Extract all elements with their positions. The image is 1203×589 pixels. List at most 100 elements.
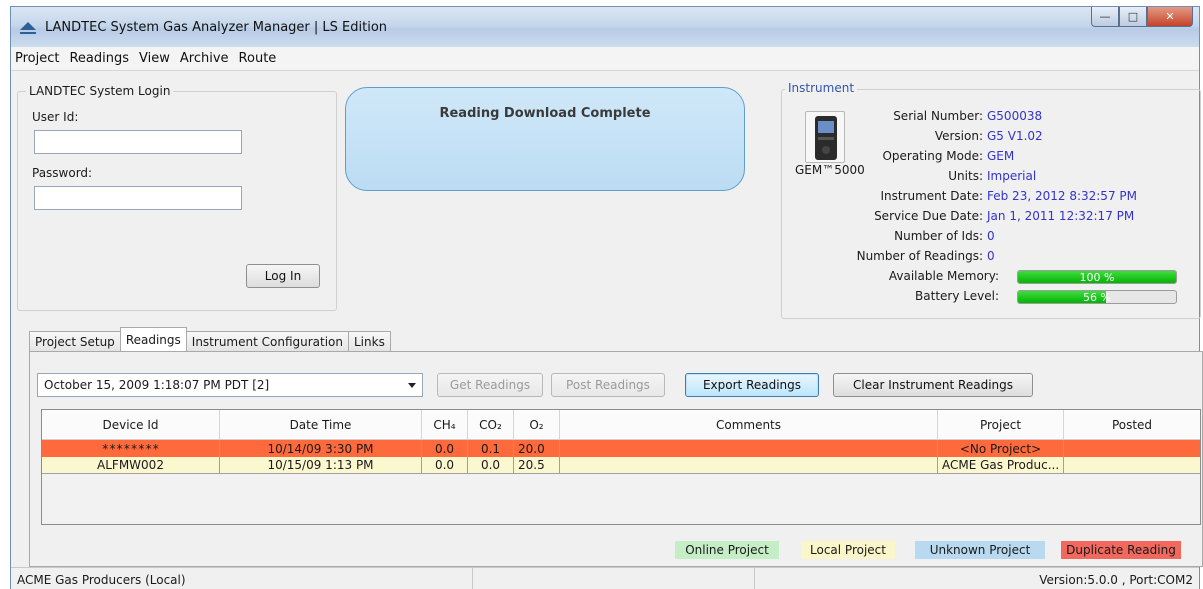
- units-value: Imperial: [987, 169, 1037, 183]
- menu-project[interactable]: Project: [15, 51, 59, 66]
- battery-bar-text: 56 %: [1083, 291, 1111, 304]
- version-label: Version:: [934, 129, 983, 143]
- info-row-mode: Operating Mode: GEM: [787, 149, 1117, 165]
- info-row-version: Version: G5 V1.02: [787, 129, 1117, 145]
- close-button[interactable]: ✕: [1147, 7, 1193, 27]
- cell-posted: [1064, 457, 1200, 473]
- cell-project: ACME Gas Produc...: [938, 457, 1064, 473]
- cell-ch4: 0.0: [422, 457, 468, 473]
- maximize-icon: □: [1127, 10, 1139, 23]
- reading-session-select[interactable]: October 15, 2009 1:18:07 PM PDT [2]: [37, 373, 423, 397]
- units-label: Units:: [948, 169, 983, 183]
- serial-number-label: Serial Number:: [893, 109, 983, 123]
- cell-comments: [560, 440, 938, 457]
- minimize-button[interactable]: —: [1091, 7, 1119, 27]
- password-label: Password:: [32, 166, 93, 180]
- column-header-comments[interactable]: Comments: [560, 410, 938, 439]
- battery-bar: 56 %: [1017, 290, 1177, 304]
- info-row-instrument-date: Instrument Date: Feb 23, 2012 8:32:57 PM: [787, 189, 1201, 205]
- service-due-date-label: Service Due Date:: [874, 209, 983, 223]
- menu-readings[interactable]: Readings: [69, 51, 129, 66]
- app-window: LANDTEC System Gas Analyzer Manager | LS…: [10, 6, 1203, 589]
- tab-links[interactable]: Links: [348, 331, 391, 351]
- number-of-ids-label: Number of Ids:: [894, 229, 983, 243]
- cell-co2: 0.0: [468, 457, 514, 473]
- legend-online-project: Online Project: [675, 541, 779, 559]
- tab-project-setup[interactable]: Project Setup: [29, 331, 121, 351]
- status-bar: ACME Gas Producers (Local) Version:5.0.0…: [11, 567, 1199, 589]
- statusbar-version: Version:5.0.0 , Port:COM2: [1039, 572, 1193, 587]
- status-panel: Reading Download Complete: [345, 87, 745, 191]
- cell-project: <No Project>: [938, 440, 1064, 457]
- app-logo-icon: [20, 22, 36, 34]
- column-header-device-id[interactable]: Device Id: [42, 410, 220, 439]
- legend-duplicate-reading: Duplicate Reading: [1061, 541, 1181, 559]
- login-group-label: LANDTEC System Login: [26, 84, 174, 98]
- tab-strip: Project Setup Readings Instrument Config…: [29, 327, 391, 351]
- close-icon: ✕: [1165, 10, 1175, 23]
- maximize-button[interactable]: □: [1119, 7, 1147, 27]
- tab-readings[interactable]: Readings: [119, 327, 187, 351]
- status-message: Reading Download Complete: [439, 106, 651, 121]
- operating-mode-label: Operating Mode:: [882, 149, 983, 163]
- cell-ch4: 0.0: [422, 440, 468, 457]
- menu-view[interactable]: View: [139, 51, 170, 66]
- cell-posted: [1064, 440, 1200, 457]
- table-header: Device Id Date Time CH₄ CO₂ O₂ Comments …: [42, 410, 1200, 440]
- serial-number-value: G500038: [987, 109, 1043, 123]
- cell-o2: 20.0: [514, 440, 560, 457]
- info-row-num-ids: Number of Ids: 0: [787, 229, 1117, 245]
- export-readings-button[interactable]: Export Readings: [685, 373, 819, 397]
- post-readings-button[interactable]: Post Readings: [551, 373, 665, 397]
- user-id-input[interactable]: [34, 130, 242, 154]
- table-row[interactable]: ALFMW002 10/15/09 1:13 PM 0.0 0.0 20.5 A…: [42, 457, 1200, 474]
- operating-mode-value: GEM: [987, 149, 1015, 163]
- get-readings-button[interactable]: Get Readings: [437, 373, 543, 397]
- readings-table: Device Id Date Time CH₄ CO₂ O₂ Comments …: [41, 409, 1201, 525]
- log-in-button[interactable]: Log In: [246, 264, 320, 288]
- reading-session-value: October 15, 2009 1:18:07 PM PDT [2]: [44, 378, 270, 392]
- column-header-posted[interactable]: Posted: [1064, 410, 1200, 439]
- cell-device-id: ********: [42, 440, 220, 457]
- menu-bar: Project Readings View Archive Route: [11, 47, 1199, 71]
- instrument-date-label: Instrument Date:: [880, 189, 983, 203]
- tab-instrument-configuration[interactable]: Instrument Configuration: [185, 331, 349, 351]
- cell-comments: [560, 457, 938, 473]
- minimize-icon: —: [1099, 10, 1111, 23]
- legend-unknown-project: Unknown Project: [915, 541, 1045, 559]
- chevron-down-icon: [408, 383, 416, 388]
- cell-date-time: 10/15/09 1:13 PM: [220, 457, 422, 473]
- menu-route[interactable]: Route: [239, 51, 277, 66]
- number-of-ids-value: 0: [987, 229, 995, 243]
- column-header-project[interactable]: Project: [938, 410, 1064, 439]
- cell-co2: 0.1: [468, 440, 514, 457]
- cell-date-time: 10/14/09 3:30 PM: [220, 440, 422, 457]
- table-row[interactable]: ******** 10/14/09 3:30 PM 0.0 0.1 20.0 <…: [42, 440, 1200, 457]
- title-bar[interactable]: LANDTEC System Gas Analyzer Manager | LS…: [11, 7, 1199, 47]
- number-of-readings-value: 0: [987, 249, 995, 263]
- service-due-date-value: Jan 1, 2011 12:32:17 PM: [987, 209, 1135, 223]
- statusbar-empty: [473, 568, 755, 589]
- statusbar-project: ACME Gas Producers (Local): [11, 568, 473, 589]
- available-memory-label: Available Memory:: [888, 269, 999, 283]
- column-header-ch4[interactable]: CH₄: [422, 410, 468, 439]
- memory-bar-text: 100 %: [1079, 271, 1115, 284]
- cell-o2: 20.5: [514, 457, 560, 473]
- column-header-date-time[interactable]: Date Time: [220, 410, 422, 439]
- menu-archive[interactable]: Archive: [180, 51, 229, 66]
- number-of-readings-label: Number of Readings:: [856, 249, 983, 263]
- info-row-units: Units: Imperial: [787, 169, 1117, 185]
- cell-device-id: ALFMW002: [42, 457, 220, 473]
- column-header-o2[interactable]: O₂: [514, 410, 560, 439]
- column-header-co2[interactable]: CO₂: [468, 410, 514, 439]
- user-id-label: User Id:: [32, 110, 79, 124]
- clear-instrument-readings-button[interactable]: Clear Instrument Readings: [833, 373, 1033, 397]
- login-group: LANDTEC System Login User Id: Password: …: [17, 84, 337, 311]
- memory-bar: 100 %: [1017, 270, 1177, 284]
- version-value: G5 V1.02: [987, 129, 1043, 143]
- instrument-date-value: Feb 23, 2012 8:32:57 PM: [987, 189, 1137, 203]
- password-input[interactable]: [34, 186, 242, 210]
- instrument-group-label: Instrument: [785, 81, 858, 95]
- info-row-service-date: Service Due Date: Jan 1, 2011 12:32:17 P…: [787, 209, 1201, 225]
- info-row-num-readings: Number of Readings: 0: [787, 249, 1117, 265]
